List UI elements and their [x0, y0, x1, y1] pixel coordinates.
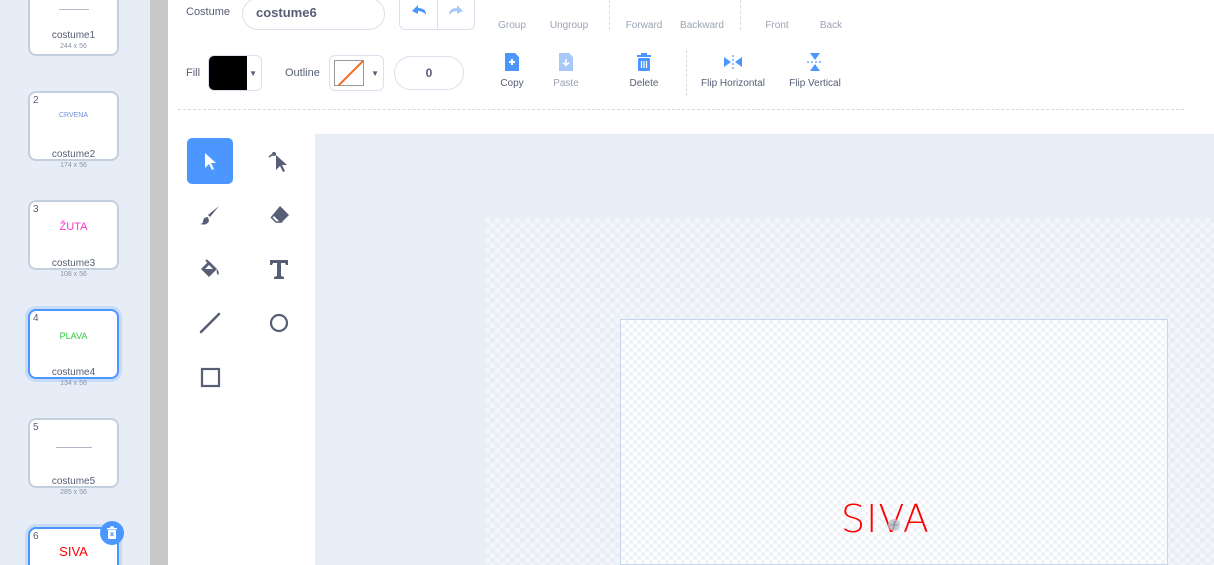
- costume-number: 6: [33, 531, 39, 542]
- costume-size: 285 x 56: [60, 489, 87, 496]
- costume-name: costume3: [51, 258, 96, 269]
- ungroup-label: Ungroup: [549, 20, 589, 31]
- outline-none-swatch: [334, 60, 364, 86]
- toolbar-divider: [178, 109, 1184, 110]
- line-icon: [199, 312, 221, 334]
- rectangle-icon: [200, 367, 221, 388]
- costume-list-scrollbar[interactable]: [150, 0, 168, 565]
- chevron-down-icon: ▼: [371, 69, 379, 78]
- eraser-icon: [270, 206, 289, 223]
- rectangle-tool[interactable]: [187, 354, 233, 400]
- front-label: Front: [765, 20, 789, 31]
- brush-icon: [200, 206, 219, 225]
- flip-horizontal-button[interactable]: Flip Horizontal: [688, 52, 778, 89]
- fill-color-picker[interactable]: ▼: [208, 55, 262, 91]
- flip-vertical-button[interactable]: Flip Vertical: [780, 52, 850, 89]
- costume-preview: ŽUTA: [59, 221, 88, 233]
- costume-label: Costume: [186, 6, 231, 18]
- costume-name: costume5: [51, 476, 96, 487]
- undo-icon[interactable]: [410, 3, 428, 17]
- circle-icon: [269, 313, 289, 333]
- costume-name: costume2: [51, 149, 96, 160]
- trash-icon: [637, 53, 651, 71]
- trash-icon: [107, 526, 117, 539]
- copy-button[interactable]: Copy: [492, 52, 532, 89]
- costume-preview: SIVA: [59, 544, 88, 559]
- circle-tool[interactable]: [256, 300, 302, 346]
- undo-redo-group: [399, 0, 475, 30]
- costume-name-input[interactable]: costume6: [242, 0, 385, 30]
- forward-button[interactable]: Forward: [620, 6, 668, 31]
- fill-tool[interactable]: [187, 246, 233, 292]
- delete-label: Delete: [629, 78, 659, 89]
- costume-size: 134 x 56: [60, 380, 87, 387]
- fill-color-swatch: [209, 56, 247, 90]
- costume-number: 4: [33, 313, 39, 324]
- costume-number: 3: [33, 204, 39, 215]
- costume-tile-1[interactable]: costume1 244 x 56: [28, 0, 119, 56]
- back-button[interactable]: Back: [812, 6, 850, 31]
- rotation-center-icon: [888, 519, 900, 531]
- reshape-icon: [268, 152, 287, 172]
- costume-preview: PLAVA: [59, 331, 88, 341]
- outline-color-picker[interactable]: ▼: [329, 55, 384, 91]
- reshape-tool[interactable]: [256, 138, 302, 184]
- arrow-pointer-icon: [205, 153, 216, 170]
- chevron-down-icon: ▼: [249, 69, 257, 78]
- costume-size: 108 x 56: [60, 271, 87, 278]
- paste-icon: [559, 53, 573, 71]
- flip-vertical-label: Flip Vertical: [789, 78, 841, 89]
- flip-horizontal-icon: [724, 55, 742, 69]
- back-label: Back: [819, 20, 843, 31]
- costume-preview: [30, 0, 117, 16]
- costume-size: 174 x 56: [60, 162, 87, 169]
- group-button[interactable]: Group: [494, 6, 530, 31]
- paint-editor: costume1 244 x 56 2 CRVENA costume2 174 …: [0, 0, 1214, 565]
- costume-name: costume1: [51, 30, 96, 41]
- outline-label: Outline: [285, 67, 320, 79]
- copy-label: Copy: [500, 78, 524, 89]
- costume-preview: [30, 436, 117, 454]
- brush-tool[interactable]: [187, 192, 233, 238]
- line-tool[interactable]: [187, 300, 233, 346]
- costume-size: 244 x 56: [60, 43, 87, 50]
- costume-tile-2[interactable]: 2 CRVENA costume2 174 x 56: [28, 91, 119, 169]
- eraser-tool[interactable]: [256, 192, 302, 238]
- flip-vertical-icon: [807, 53, 823, 71]
- paste-label: Paste: [553, 78, 579, 89]
- redo-icon[interactable]: [447, 3, 465, 17]
- copy-icon: [505, 53, 519, 71]
- costume-preview: CRVENA: [58, 112, 89, 119]
- costume-number: 5: [33, 422, 39, 433]
- select-tool[interactable]: [187, 138, 233, 184]
- text-t-icon: [270, 260, 288, 279]
- ungroup-button[interactable]: Ungroup: [544, 6, 594, 31]
- outline-width-input[interactable]: 0: [394, 56, 464, 90]
- paint-canvas-area[interactable]: SIVA: [315, 134, 1214, 565]
- costume-tile-5[interactable]: 5 costume5 285 x 56: [28, 418, 119, 496]
- costume-tile-3[interactable]: 3 ŽUTA costume3 108 x 56: [28, 200, 119, 278]
- paint-bucket-icon: [201, 259, 219, 277]
- delete-costume-button[interactable]: [100, 521, 124, 545]
- delete-button[interactable]: Delete: [622, 52, 666, 89]
- forward-label: Forward: [625, 20, 663, 31]
- backward-button[interactable]: Backward: [674, 6, 730, 31]
- backward-label: Backward: [680, 20, 724, 31]
- paste-button[interactable]: Paste: [546, 52, 586, 89]
- costume-tile-4[interactable]: 4 PLAVA costume4 134 x 56: [28, 309, 119, 387]
- canvas-text-siva[interactable]: SIVA: [841, 497, 930, 541]
- flip-horizontal-label: Flip Horizontal: [701, 78, 765, 89]
- costume-number: 2: [33, 95, 39, 106]
- fill-label: Fill: [186, 67, 201, 79]
- costume-name: costume4: [51, 367, 96, 378]
- text-tool[interactable]: [256, 246, 302, 292]
- group-label: Group: [498, 20, 526, 31]
- front-button[interactable]: Front: [758, 6, 796, 31]
- costume-list[interactable]: costume1 244 x 56 2 CRVENA costume2 174 …: [0, 0, 150, 565]
